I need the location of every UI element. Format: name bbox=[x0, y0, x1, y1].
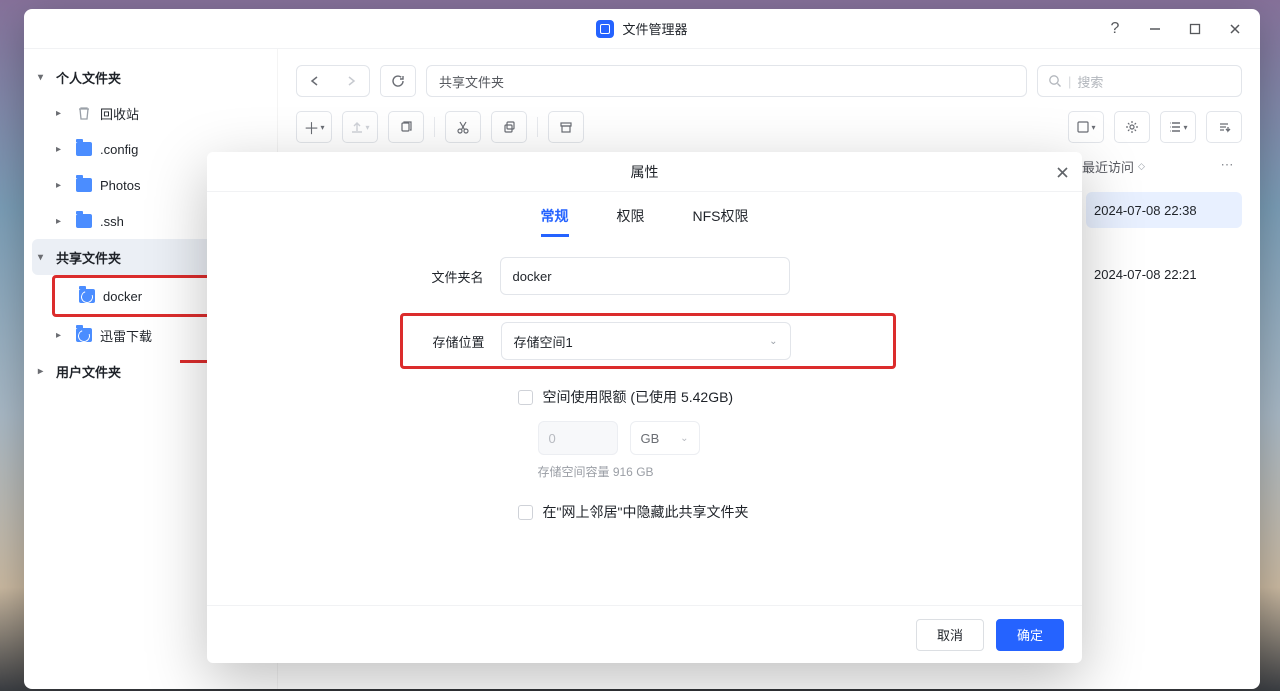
caret-down-icon: ▾ bbox=[38, 72, 56, 83]
sidebar-item-label: 迅雷下载 bbox=[100, 326, 152, 345]
toolbar-row1: 共享文件夹 | 搜索 bbox=[296, 65, 1242, 97]
checkbox-quota[interactable] bbox=[518, 390, 533, 405]
settings-button[interactable] bbox=[1114, 111, 1150, 143]
refresh-button[interactable] bbox=[380, 65, 416, 97]
tab-permissions[interactable]: 权限 bbox=[617, 206, 645, 237]
window-controls: ? bbox=[1096, 9, 1254, 48]
maximize-button[interactable] bbox=[1176, 12, 1214, 46]
window-title-group: 文件管理器 bbox=[596, 19, 687, 38]
dialog-title-text: 属性 bbox=[631, 162, 659, 182]
copy-button[interactable] bbox=[388, 111, 424, 143]
chevron-down-icon: ⌄ bbox=[680, 433, 688, 444]
caret-right-icon: ▸ bbox=[38, 366, 56, 377]
quota-label: 空间使用限额 (已使用 5.42GB) bbox=[543, 387, 734, 407]
window-title: 文件管理器 bbox=[622, 19, 687, 38]
sidebar-section-personal[interactable]: ▾ 个人文件夹 bbox=[32, 59, 269, 95]
section-label: 用户文件夹 bbox=[56, 362, 121, 381]
view-grid-button[interactable]: ▾ bbox=[1068, 111, 1104, 143]
label-folder-name: 文件夹名 bbox=[410, 267, 500, 286]
input-folder-name[interactable] bbox=[500, 257, 790, 295]
trash-icon bbox=[74, 105, 94, 121]
quota-inputs: 0 GB ⌄ bbox=[538, 421, 880, 455]
tab-general[interactable]: 常规 bbox=[541, 206, 569, 237]
capacity-hint: 存储空间容量 916 GB bbox=[538, 463, 880, 480]
cut-button[interactable] bbox=[445, 111, 481, 143]
checkbox-hide[interactable] bbox=[518, 505, 533, 520]
path-text: 共享文件夹 bbox=[439, 72, 504, 91]
row-location: 存储位置 存储空间1 ⌄ bbox=[411, 322, 885, 360]
sidebar-item-trash[interactable]: ▸ 回收站 bbox=[32, 95, 269, 131]
select-value: 存储空间1 bbox=[514, 332, 573, 351]
folder-sync-icon bbox=[74, 328, 94, 342]
caret-down-icon: ▾ bbox=[38, 252, 56, 263]
table-row[interactable]: 2024-07-08 22:38 bbox=[1086, 192, 1242, 228]
unit-text: GB bbox=[641, 431, 660, 446]
annotation-highlight-store: 存储位置 存储空间1 ⌄ bbox=[400, 313, 896, 369]
tab-nfs[interactable]: NFS权限 bbox=[693, 206, 749, 237]
caret-right-icon: ▸ bbox=[56, 330, 74, 341]
new-button[interactable]: ＋▾ bbox=[296, 111, 332, 143]
folder-icon bbox=[74, 214, 94, 228]
row-folder-name: 文件夹名 bbox=[410, 257, 880, 295]
path-input[interactable]: 共享文件夹 bbox=[426, 65, 1027, 97]
sidebar-item-label: Photos bbox=[100, 178, 140, 193]
dialog-close-button[interactable] bbox=[1048, 158, 1076, 186]
folder-sync-icon bbox=[77, 289, 97, 303]
section-label: 共享文件夹 bbox=[56, 248, 121, 267]
forward-button[interactable] bbox=[333, 66, 369, 96]
sidebar-item-label: .config bbox=[100, 142, 138, 157]
paste-button[interactable] bbox=[491, 111, 527, 143]
caret-right-icon: ▸ bbox=[56, 108, 74, 119]
caret-right-icon: ▸ bbox=[56, 216, 74, 227]
dialog-tabs: 常规 权限 NFS权限 bbox=[207, 192, 1082, 247]
section-label: 个人文件夹 bbox=[56, 68, 121, 87]
minimize-button[interactable] bbox=[1136, 12, 1174, 46]
titlebar: 文件管理器 ? bbox=[24, 9, 1260, 49]
properties-dialog: 属性 常规 权限 NFS权限 文件夹名 存储位置 存储空间1 ⌄ bbox=[207, 152, 1082, 663]
columns-menu-button[interactable]: ⋯ bbox=[1212, 157, 1242, 176]
caret-right-icon: ▸ bbox=[56, 144, 74, 155]
cancel-button[interactable]: 取消 bbox=[916, 619, 984, 651]
help-button[interactable]: ? bbox=[1096, 12, 1134, 46]
hide-label: 在"网上邻居"中隐藏此共享文件夹 bbox=[543, 502, 749, 522]
sidebar-item-label: 回收站 bbox=[100, 104, 139, 123]
search-icon bbox=[1048, 74, 1062, 88]
recent-time: 2024-07-08 22:21 bbox=[1094, 267, 1197, 282]
select-quota-unit: GB ⌄ bbox=[630, 421, 700, 455]
list-view-button[interactable]: ▾ bbox=[1160, 111, 1196, 143]
nav-buttons bbox=[296, 65, 370, 97]
toolbar-row2: ＋▾ ▾ ▾ ▾ bbox=[296, 111, 1242, 143]
column-label: 最近访问 bbox=[1082, 157, 1134, 176]
sidebar-item-label: .ssh bbox=[100, 214, 124, 229]
folder-icon bbox=[74, 178, 94, 192]
search-placeholder: 搜索 bbox=[1077, 72, 1103, 91]
row-hide-check[interactable]: 在"网上邻居"中隐藏此共享文件夹 bbox=[518, 502, 880, 522]
upload-button[interactable]: ▾ bbox=[342, 111, 378, 143]
label-location: 存储位置 bbox=[411, 332, 501, 351]
confirm-button[interactable]: 确定 bbox=[996, 619, 1064, 651]
select-location[interactable]: 存储空间1 ⌄ bbox=[501, 322, 791, 360]
column-recent[interactable]: 最近访问 ◇ bbox=[1082, 157, 1194, 176]
dialog-title: 属性 bbox=[207, 152, 1082, 192]
chevron-down-icon: ⌄ bbox=[769, 336, 777, 347]
recent-time: 2024-07-08 22:38 bbox=[1094, 203, 1197, 218]
dialog-form: 文件夹名 存储位置 存储空间1 ⌄ 空间使用限额 (已使用 5.42GB) bbox=[207, 247, 1082, 605]
archive-button[interactable] bbox=[548, 111, 584, 143]
close-button[interactable] bbox=[1216, 12, 1254, 46]
sidebar-item-label: docker bbox=[103, 289, 142, 304]
row-quota-check[interactable]: 空间使用限额 (已使用 5.42GB) bbox=[518, 387, 880, 407]
back-button[interactable] bbox=[297, 66, 333, 96]
folder-icon bbox=[74, 142, 94, 156]
column-headers: 最近访问 ◇ ⋯ bbox=[1082, 157, 1242, 176]
input-quota-value: 0 bbox=[538, 421, 618, 455]
table-row[interactable]: 2024-07-08 22:21 bbox=[1086, 256, 1242, 292]
app-logo-icon bbox=[596, 20, 614, 38]
dialog-footer: 取消 确定 bbox=[207, 605, 1082, 663]
sort-button[interactable] bbox=[1206, 111, 1242, 143]
search-input[interactable]: | 搜索 bbox=[1037, 65, 1242, 97]
sort-icon: ◇ bbox=[1138, 161, 1145, 172]
caret-right-icon: ▸ bbox=[56, 180, 74, 191]
